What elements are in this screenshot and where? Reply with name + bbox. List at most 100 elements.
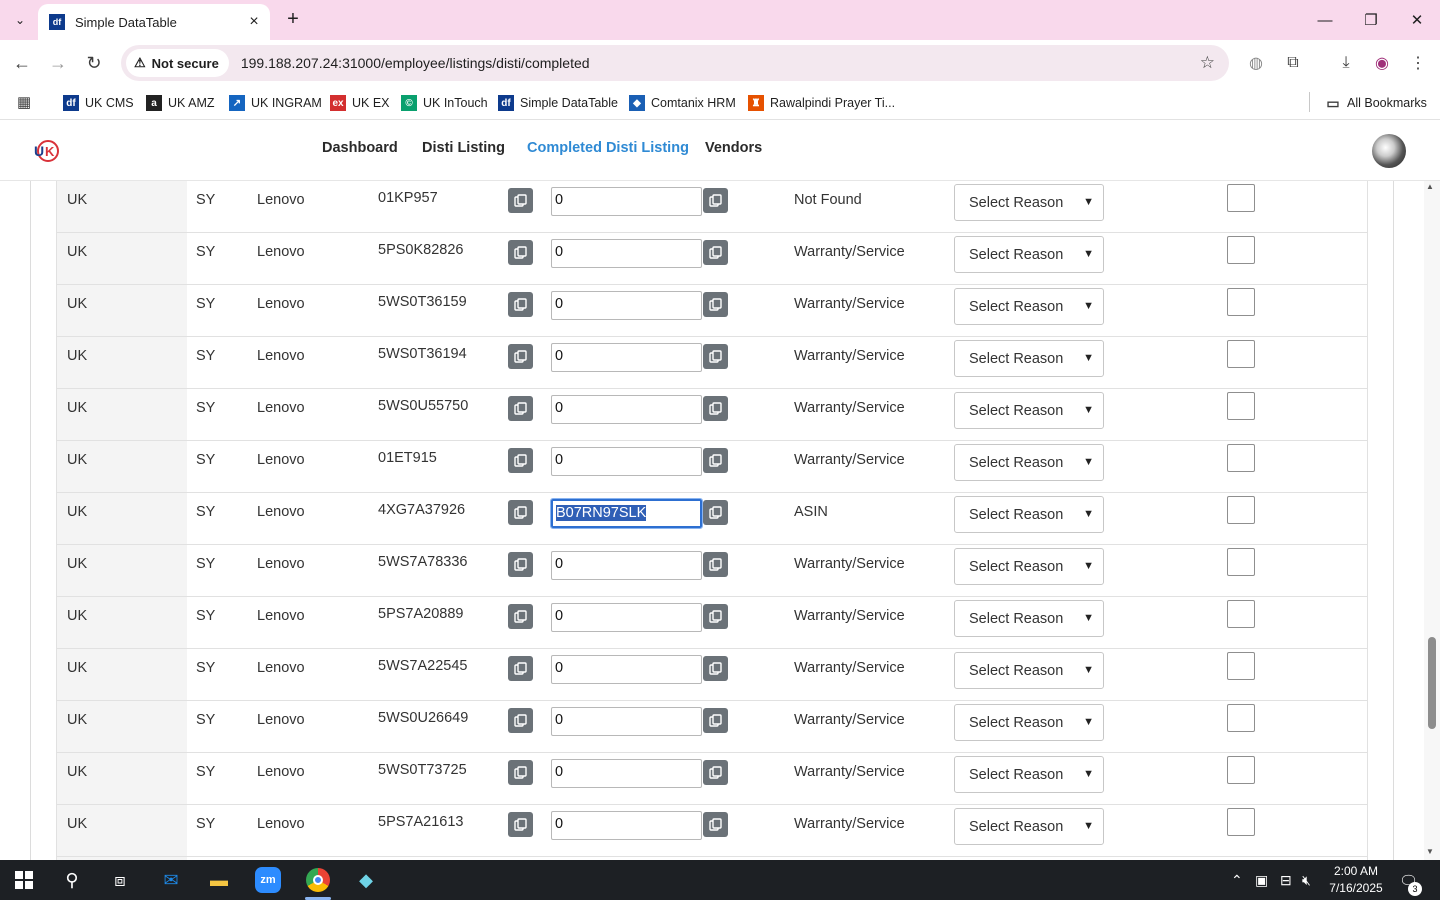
copy-part-button[interactable] xyxy=(508,396,533,421)
reason-select[interactable]: Select Reason ▼ xyxy=(954,496,1104,533)
row-checkbox[interactable] xyxy=(1227,288,1255,316)
reload-icon[interactable]: ↻ xyxy=(82,51,106,75)
copy-part-button[interactable] xyxy=(508,344,533,369)
row-checkbox[interactable] xyxy=(1227,756,1255,784)
all-bookmarks[interactable]: ▭ All Bookmarks xyxy=(1325,92,1427,114)
tray-chevron-icon[interactable]: ⌃ xyxy=(1231,872,1243,889)
close-tab-icon[interactable]: × xyxy=(246,14,262,30)
vpn-app-icon[interactable]: ◆ xyxy=(350,864,382,896)
copy-value-button[interactable] xyxy=(703,552,728,577)
minimize-icon[interactable]: — xyxy=(1313,8,1337,32)
search-icon[interactable]: ⚲ xyxy=(56,864,88,896)
apps-grid-icon[interactable]: ▦ xyxy=(17,93,35,111)
row-checkbox[interactable] xyxy=(1227,236,1255,264)
copy-value-button[interactable] xyxy=(703,500,728,525)
copy-value-button[interactable] xyxy=(703,448,728,473)
reason-select[interactable]: Select Reason ▼ xyxy=(954,600,1104,637)
value-input[interactable]: 0 xyxy=(551,811,702,840)
reason-select[interactable]: Select Reason ▼ xyxy=(954,340,1104,377)
forward-icon[interactable]: → xyxy=(46,51,70,75)
reason-select[interactable]: Select Reason ▼ xyxy=(954,756,1104,793)
row-checkbox[interactable] xyxy=(1227,444,1255,472)
nav-link-dashboard[interactable]: Dashboard xyxy=(322,140,398,156)
row-checkbox[interactable] xyxy=(1227,548,1255,576)
value-input[interactable]: 0 xyxy=(551,551,702,580)
nav-link-completed-disti-listing[interactable]: Completed Disti Listing xyxy=(527,140,689,156)
copy-value-button[interactable] xyxy=(703,344,728,369)
value-input[interactable]: 0 xyxy=(551,395,702,424)
volume-muted-icon[interactable]: 🔇︎ xyxy=(1302,872,1311,889)
copy-part-button[interactable] xyxy=(508,552,533,577)
copy-value-button[interactable] xyxy=(703,656,728,681)
value-input[interactable]: 0 xyxy=(551,603,702,632)
profile-icon[interactable]: ◉ xyxy=(1370,51,1394,75)
close-window-icon[interactable]: ✕ xyxy=(1405,8,1429,32)
new-tab-icon[interactable]: + xyxy=(282,8,304,32)
value-input[interactable]: B07RN97SLK xyxy=(550,498,703,529)
bookmark-item[interactable]: a UK AMZ xyxy=(146,92,215,114)
site-logo-icon[interactable]: U K xyxy=(33,138,59,164)
scrollbar-track[interactable] xyxy=(1424,181,1440,860)
bookmark-item[interactable]: df UK CMS xyxy=(63,92,134,114)
nav-link-disti-listing[interactable]: Disti Listing xyxy=(422,140,505,156)
value-input[interactable]: 0 xyxy=(551,707,702,736)
reason-select[interactable]: Select Reason ▼ xyxy=(954,548,1104,585)
copy-value-button[interactable] xyxy=(703,708,728,733)
value-input[interactable]: 0 xyxy=(551,239,702,268)
copy-part-button[interactable] xyxy=(508,708,533,733)
scroll-up-icon[interactable]: ▲ xyxy=(1426,182,1434,191)
zoom-icon[interactable]: zm xyxy=(252,864,284,896)
reason-select[interactable]: Select Reason ▼ xyxy=(954,808,1104,845)
copy-part-button[interactable] xyxy=(508,240,533,265)
reason-select[interactable]: Select Reason ▼ xyxy=(954,184,1104,221)
row-checkbox[interactable] xyxy=(1227,652,1255,680)
copy-value-button[interactable] xyxy=(703,396,728,421)
copy-value-button[interactable] xyxy=(703,604,728,629)
nav-link-vendors[interactable]: Vendors xyxy=(705,140,762,156)
reason-select[interactable]: Select Reason ▼ xyxy=(954,236,1104,273)
row-checkbox[interactable] xyxy=(1227,184,1255,212)
scrollbar-thumb[interactable] xyxy=(1428,637,1436,729)
bookmark-item[interactable]: ◆ Comtanix HRM xyxy=(629,92,736,114)
reason-select[interactable]: Select Reason ▼ xyxy=(954,444,1104,481)
copy-value-button[interactable] xyxy=(703,760,728,785)
chrome-icon[interactable] xyxy=(302,864,334,896)
bookmark-item[interactable]: ex UK EX xyxy=(330,92,390,114)
copy-value-button[interactable] xyxy=(703,292,728,317)
bookmark-item[interactable]: ♜ Rawalpindi Prayer Ti... xyxy=(748,92,895,114)
file-explorer-icon[interactable]: ▬ xyxy=(203,864,235,896)
copy-part-button[interactable] xyxy=(508,292,533,317)
outlook-icon[interactable]: ✉ xyxy=(155,864,187,896)
copy-part-button[interactable] xyxy=(508,604,533,629)
address-bar[interactable]: ⚠ Not secure 199.188.207.24:31000/employ… xyxy=(121,45,1229,81)
row-checkbox[interactable] xyxy=(1227,808,1255,836)
value-input[interactable]: 0 xyxy=(551,447,702,476)
copy-part-button[interactable] xyxy=(508,812,533,837)
bookmark-item[interactable]: © UK InTouch xyxy=(401,92,488,114)
bookmark-item[interactable]: df Simple DataTable xyxy=(498,92,618,114)
copy-part-button[interactable] xyxy=(508,188,533,213)
row-checkbox[interactable] xyxy=(1227,392,1255,420)
bookmark-star-icon[interactable]: ☆ xyxy=(1200,53,1215,73)
copy-part-button[interactable] xyxy=(508,760,533,785)
value-input[interactable]: 0 xyxy=(551,187,702,216)
value-input[interactable]: 0 xyxy=(551,655,702,684)
windows-start-icon[interactable] xyxy=(8,864,40,896)
reason-select[interactable]: Select Reason ▼ xyxy=(954,704,1104,741)
value-input[interactable]: 0 xyxy=(551,343,702,372)
download-icon[interactable]: ⤓ xyxy=(1334,51,1358,75)
extensions-icon[interactable]: ⧉ xyxy=(1281,51,1305,75)
browser-tab[interactable]: df Simple DataTable × xyxy=(38,4,270,40)
scroll-down-icon[interactable]: ▼ xyxy=(1426,847,1434,856)
reason-select[interactable]: Select Reason ▼ xyxy=(954,652,1104,689)
reason-select[interactable]: Select Reason ▼ xyxy=(954,392,1104,429)
copy-part-button[interactable] xyxy=(508,656,533,681)
url-text[interactable]: 199.188.207.24:31000/employee/listings/d… xyxy=(241,55,1200,71)
row-checkbox[interactable] xyxy=(1227,340,1255,368)
menu-dots-icon[interactable]: ⋮ xyxy=(1406,51,1430,75)
row-checkbox[interactable] xyxy=(1227,600,1255,628)
copy-value-button[interactable] xyxy=(703,188,728,213)
copy-part-button[interactable] xyxy=(508,448,533,473)
copy-part-button[interactable] xyxy=(508,500,533,525)
back-icon[interactable]: ← xyxy=(10,51,34,75)
